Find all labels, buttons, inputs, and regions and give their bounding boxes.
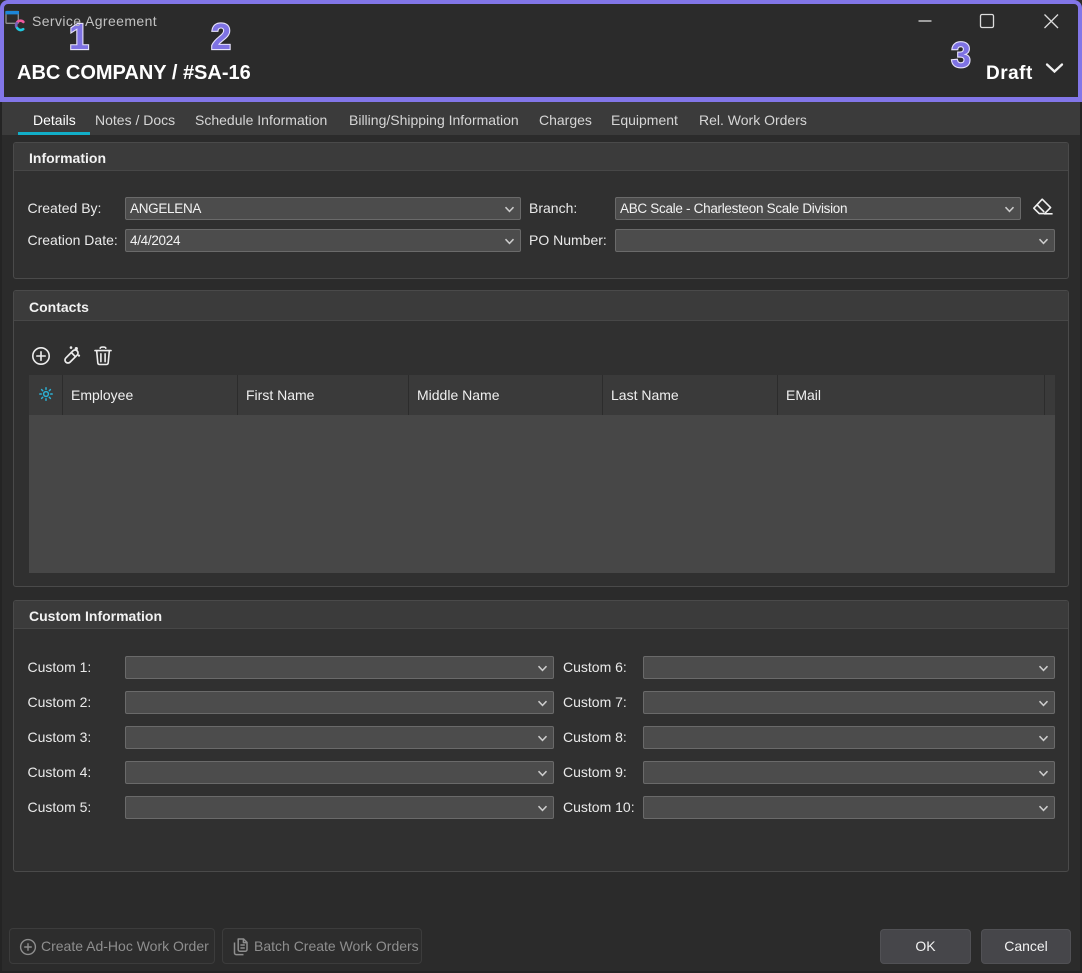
svg-text:3: 3 [951, 36, 970, 75]
svg-text:2: 2 [211, 16, 231, 57]
